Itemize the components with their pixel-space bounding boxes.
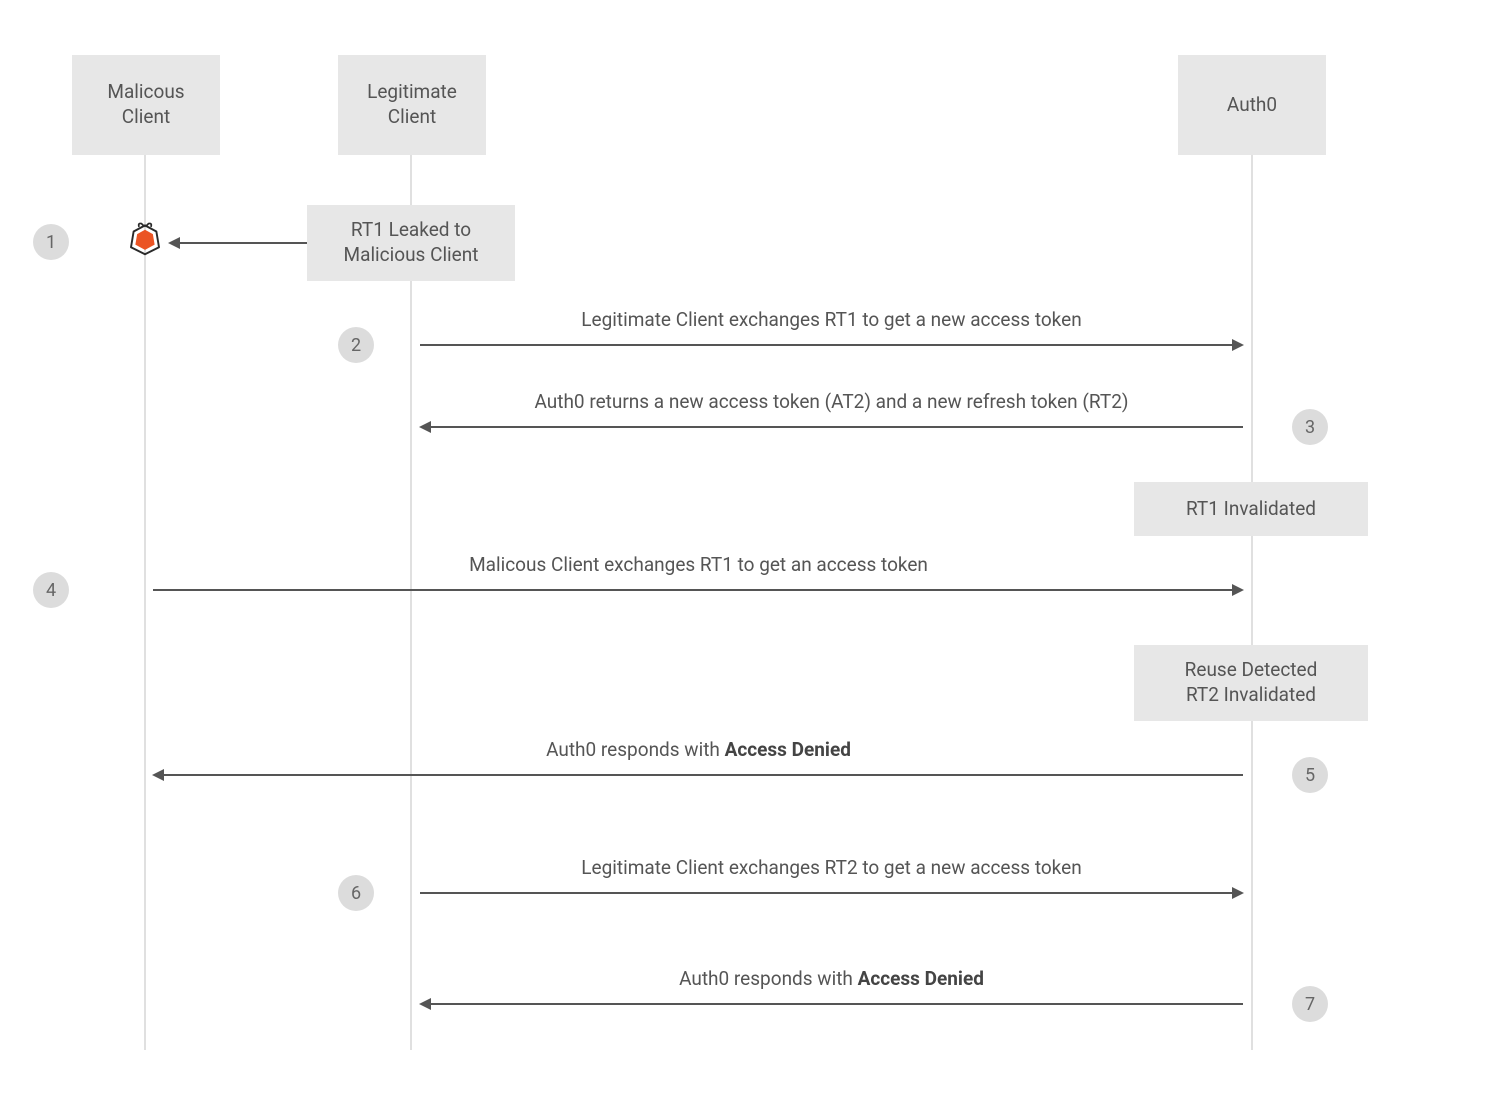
step-badge-4: 4 [33, 572, 69, 608]
message-step7-prefix: Auth0 responds with [679, 967, 858, 990]
message-step2: Legitimate Client exchanges RT1 to get a… [411, 308, 1252, 331]
step-badge-1: 1 [33, 224, 69, 260]
note-rt1-leaked: RT1 Leaked to Malicious Client [307, 205, 515, 281]
arrow-step3 [421, 426, 1243, 428]
note-rt1-leaked-text: RT1 Leaked to Malicious Client [344, 218, 479, 267]
arrow-step7 [421, 1003, 1243, 1005]
arrow-step4 [153, 589, 1242, 591]
step-badge-7: 7 [1292, 986, 1328, 1022]
note-rt1-invalidated: RT1 Invalidated [1134, 482, 1368, 536]
step-badge-2: 2 [338, 327, 374, 363]
arrow-step6 [420, 892, 1242, 894]
actor-auth0-label: Auth0 [1227, 93, 1277, 118]
message-step5-bold: Access Denied [725, 738, 851, 761]
step-badge-6: 6 [338, 875, 374, 911]
lifeline-legitimate [410, 150, 412, 1050]
message-step4-text: Malicous Client exchanges RT1 to get an … [469, 553, 928, 576]
actor-malicious-client: Malicous Client [72, 55, 220, 155]
step-number-4: 4 [46, 580, 56, 601]
hacker-icon [124, 221, 166, 263]
actor-legitimate-label: Legitimate Client [367, 80, 457, 129]
step-number-1: 1 [46, 232, 56, 253]
message-step6: Legitimate Client exchanges RT2 to get a… [411, 856, 1252, 879]
step-number-6: 6 [351, 883, 361, 904]
message-step6-text: Legitimate Client exchanges RT2 to get a… [581, 856, 1081, 879]
message-step3: Auth0 returns a new access token (AT2) a… [411, 390, 1252, 413]
sequence-diagram: Malicous Client Legitimate Client Auth0 … [0, 0, 1500, 1105]
message-step5: Auth0 responds with Access Denied [145, 738, 1252, 761]
message-step3-text: Auth0 returns a new access token (AT2) a… [534, 390, 1128, 413]
message-step7: Auth0 responds with Access Denied [411, 967, 1252, 990]
message-step7-bold: Access Denied [858, 967, 984, 990]
message-step2-text: Legitimate Client exchanges RT1 to get a… [581, 308, 1081, 331]
actor-auth0: Auth0 [1178, 55, 1326, 155]
arrow-step2 [420, 344, 1242, 346]
lifeline-auth0 [1251, 150, 1253, 1050]
actor-legitimate-client: Legitimate Client [338, 55, 486, 155]
step-number-3: 3 [1305, 417, 1315, 438]
arrow-leak [170, 242, 307, 244]
step-number-7: 7 [1305, 994, 1315, 1015]
step-badge-3: 3 [1292, 409, 1328, 445]
message-step4: Malicous Client exchanges RT1 to get an … [145, 553, 1252, 576]
note-reuse-detected: Reuse Detected RT2 Invalidated [1134, 645, 1368, 721]
lifeline-malicious [144, 150, 146, 1050]
note-reuse-detected-text: Reuse Detected RT2 Invalidated [1185, 658, 1318, 707]
note-rt1-invalidated-text: RT1 Invalidated [1186, 497, 1316, 522]
step-badge-5: 5 [1292, 757, 1328, 793]
step-number-5: 5 [1305, 765, 1315, 786]
actor-malicious-label: Malicous Client [107, 80, 184, 129]
message-step5-prefix: Auth0 responds with [546, 738, 725, 761]
step-number-2: 2 [351, 335, 361, 356]
arrow-step5 [154, 774, 1243, 776]
